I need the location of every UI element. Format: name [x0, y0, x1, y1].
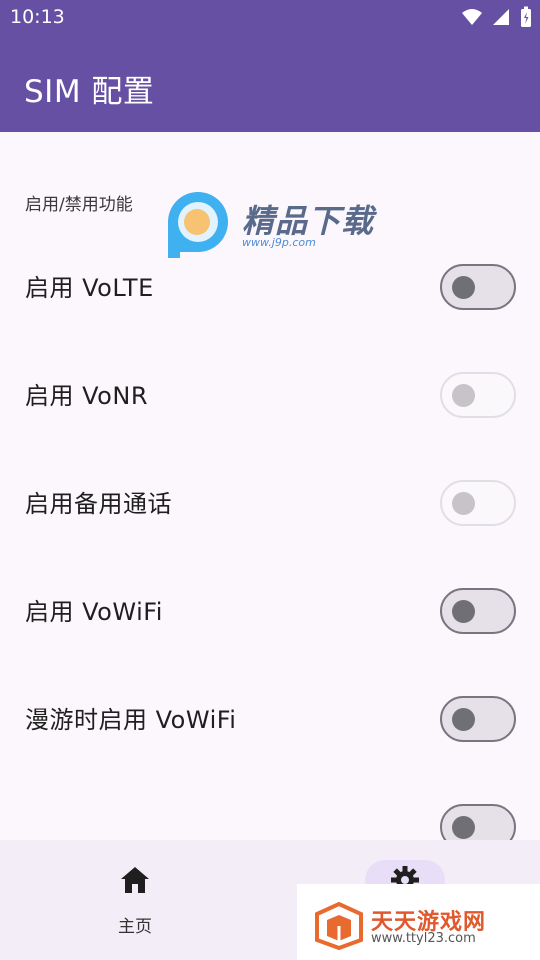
volte-toggle[interactable]: [440, 264, 516, 310]
setting-label: 启用备用通话: [25, 490, 172, 518]
app-bar: SIM 配置: [0, 36, 540, 132]
setting-row-partial[interactable]: [0, 774, 540, 840]
partial-toggle[interactable]: [440, 804, 516, 840]
setting-row-backup-calling[interactable]: 启用备用通话: [0, 450, 540, 558]
cellular-signal-icon: [493, 9, 509, 25]
watermark-p-icon: [168, 192, 228, 258]
setting-row-vonr[interactable]: 启用 VoNR: [0, 342, 540, 450]
watermark-site-badge: 天天游戏网 www.ttyl23.com: [297, 884, 540, 960]
watermark-logo: 精品下载 www.j9p.com: [162, 188, 402, 268]
setting-label: 启用 VoLTE: [25, 274, 154, 302]
vowifi-toggle[interactable]: [440, 588, 516, 634]
toggle-thumb: [452, 384, 475, 407]
nav-home-icon-wrap: [95, 860, 175, 900]
watermark-site-url: www.ttyl23.com: [371, 931, 476, 946]
watermark-cube-icon: [315, 902, 363, 950]
toggle-thumb: [452, 276, 475, 299]
vonr-toggle[interactable]: [440, 372, 516, 418]
setting-row-vowifi-roaming[interactable]: 漫游时启用 VoWiFi: [0, 666, 540, 774]
vowifi-roaming-toggle[interactable]: [440, 696, 516, 742]
battery-icon: [521, 6, 531, 27]
setting-label: 启用 VoWiFi: [25, 598, 163, 626]
nav-label-home: 主页: [118, 917, 152, 937]
wifi-icon: [462, 9, 482, 25]
status-time: 10:13: [10, 6, 65, 28]
toggle-thumb: [452, 708, 475, 731]
nav-item-home[interactable]: 主页: [0, 840, 270, 960]
toggle-thumb: [452, 492, 475, 515]
status-bar: 10:13: [0, 0, 540, 36]
home-icon: [121, 867, 149, 893]
setting-row-vowifi[interactable]: 启用 VoWiFi: [0, 558, 540, 666]
setting-label: 启用 VoNR: [25, 382, 148, 410]
watermark-url: www.j9p.com: [242, 236, 316, 249]
status-icons: [462, 6, 532, 28]
backup-calling-toggle[interactable]: [440, 480, 516, 526]
toggle-thumb: [452, 816, 475, 839]
toggle-thumb: [452, 600, 475, 623]
setting-label: 漫游时启用 VoWiFi: [25, 706, 237, 734]
section-header: 启用/禁用功能: [25, 195, 133, 215]
page-title: SIM 配置: [24, 74, 155, 110]
